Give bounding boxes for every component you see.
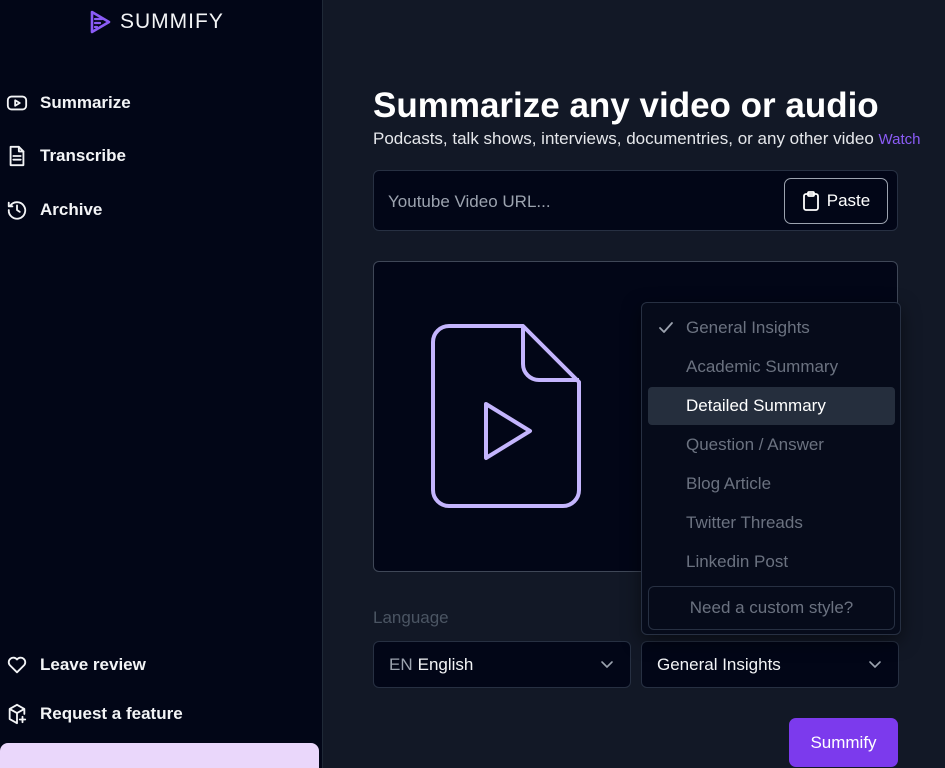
sidebar-item-label: Summarize [40, 93, 131, 112]
language-select[interactable]: EN English [373, 641, 631, 688]
sidebar: SUMMIFY Summarize Transcribe Archive Lea… [0, 0, 323, 768]
paste-label: Paste [826, 191, 871, 210]
page-subtitle: Podcasts, talk shows, interviews, docume… [373, 129, 920, 149]
watch-link[interactable]: Watch [879, 131, 921, 148]
sidebar-item-request-feature[interactable]: Request a feature [6, 703, 183, 725]
option-label: Blog Article [686, 474, 772, 493]
history-icon [7, 201, 27, 220]
video-file-icon [431, 324, 581, 508]
chevron-down-icon [869, 661, 881, 669]
option-label: General Insights [686, 318, 810, 337]
dropdown-option-general-insights[interactable]: General Insights [648, 309, 895, 347]
document-icon [9, 145, 25, 167]
sidebar-item-label: Leave review [40, 655, 146, 674]
style-value: General Insights [657, 654, 781, 674]
language-value: English [417, 654, 474, 674]
summify-button[interactable]: Summify [789, 718, 898, 767]
option-label: Linkedin Post [686, 552, 789, 571]
sidebar-item-label: Transcribe [40, 146, 126, 165]
dropdown-option-detailed-summary[interactable]: Detailed Summary [648, 387, 895, 425]
paste-button[interactable]: Paste [784, 178, 888, 224]
sidebar-bottom-card[interactable] [0, 743, 319, 768]
dropdown-option-blog-article[interactable]: Blog Article [648, 465, 895, 503]
dropdown-option-academic-summary[interactable]: Academic Summary [648, 348, 895, 386]
option-label: Twitter Threads [686, 513, 803, 532]
page-title: Summarize any video or audio [373, 86, 879, 125]
sidebar-item-archive[interactable]: Archive [6, 199, 102, 221]
dropdown-option-question-answer[interactable]: Question / Answer [648, 426, 895, 464]
style-dropdown-menu: General Insights Academic Summary Detail… [641, 302, 901, 635]
heart-icon [7, 656, 27, 674]
option-label: Question / Answer [686, 435, 824, 454]
package-plus-icon [8, 703, 27, 725]
brand-name: SUMMIFY [120, 10, 224, 33]
custom-style-button[interactable]: Need a custom style? [648, 586, 895, 630]
style-select[interactable]: General Insights [641, 641, 899, 688]
sidebar-item-label: Archive [40, 200, 103, 219]
subtitle-text: Podcasts, talk shows, interviews, docume… [373, 129, 874, 148]
check-icon [659, 322, 673, 333]
option-label: Academic Summary [686, 357, 839, 376]
video-play-icon [6, 95, 28, 111]
language-label: Language [373, 608, 449, 627]
option-label: Detailed Summary [686, 396, 826, 415]
language-code: EN [389, 654, 413, 674]
sidebar-item-summarize[interactable]: Summarize [6, 92, 131, 114]
url-input-container: Paste [373, 170, 898, 231]
sidebar-item-transcribe[interactable]: Transcribe [6, 145, 126, 167]
sidebar-item-label: Request a feature [40, 704, 183, 723]
brand-logo[interactable]: SUMMIFY [88, 10, 224, 34]
clipboard-icon [802, 191, 819, 211]
youtube-url-input[interactable] [388, 189, 768, 215]
chevron-down-icon [601, 661, 613, 669]
sidebar-item-leave-review[interactable]: Leave review [6, 654, 146, 676]
app-window: SUMMIFY Summarize Transcribe Archive Lea… [0, 0, 945, 768]
dropdown-option-twitter-threads[interactable]: Twitter Threads [648, 504, 895, 542]
dropdown-option-linkedin-post[interactable]: Linkedin Post [648, 543, 895, 581]
summify-logo-icon [90, 10, 111, 34]
